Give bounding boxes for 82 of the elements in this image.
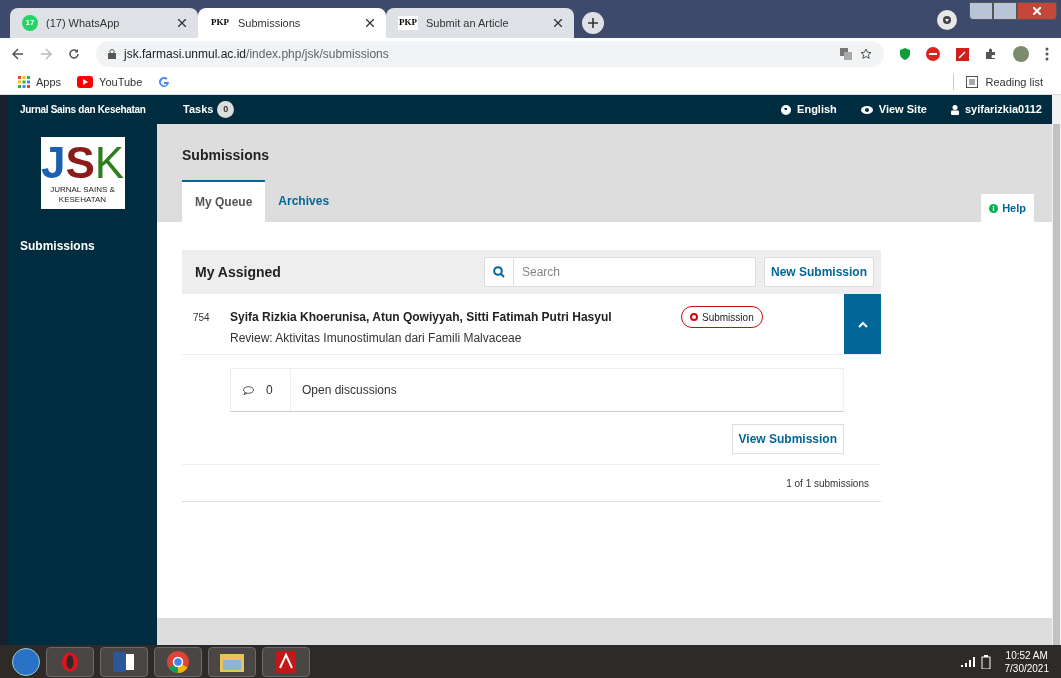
globe-icon	[781, 104, 792, 115]
submission-id: 754	[192, 311, 211, 325]
browser-tab[interactable]: PKP Submissions	[198, 8, 386, 38]
close-icon[interactable]	[366, 19, 374, 27]
extension-icon[interactable]	[926, 47, 940, 61]
shield-icon[interactable]	[900, 48, 910, 60]
submission-count: 1 of 1 submissions	[786, 476, 869, 491]
pkp-icon: PKP	[398, 16, 418, 30]
submission-authors: Syifa Rizkia Khoerunisa, Atun Qowiyyah, Sitti Fatimah Putri Hasyul	[230, 309, 613, 326]
journal-logo: JSK JURNAL SAINS & KESEHATAN	[40, 137, 125, 209]
back-arrow-icon[interactable]	[12, 48, 24, 60]
page-title: Submissions	[182, 146, 271, 165]
eye-icon	[860, 105, 873, 114]
g-logo-icon	[158, 76, 171, 88]
tasks-count-badge: 0	[217, 101, 235, 118]
star-icon[interactable]	[860, 48, 872, 60]
help-button[interactable]: Help	[981, 194, 1034, 222]
pdf-icon[interactable]	[262, 646, 310, 677]
word-icon[interactable]	[100, 646, 148, 677]
info-icon	[989, 203, 999, 213]
folder-icon[interactable]	[208, 646, 256, 677]
battery-icon[interactable]	[980, 654, 991, 669]
discussion-count: 0	[266, 382, 273, 399]
restore-button[interactable]	[993, 2, 1017, 20]
speech-bubble-icon	[243, 385, 254, 395]
play-icon	[77, 76, 94, 88]
caret-icon	[943, 16, 951, 24]
header-link[interactable]: View Site	[860, 101, 927, 118]
user-icon	[950, 104, 959, 115]
close-window-button[interactable]	[1017, 2, 1057, 20]
more-icon[interactable]	[1045, 47, 1049, 61]
tab-title: Submissions	[238, 15, 302, 31]
list-icon	[965, 76, 978, 88]
ring-icon	[690, 313, 698, 321]
discussions-label: Open discussions	[301, 382, 397, 399]
search-field[interactable]: Search	[513, 257, 756, 287]
close-icon	[1033, 7, 1041, 15]
tab-title: (17) WhatsApp	[46, 15, 121, 31]
puzzle-icon[interactable]	[985, 48, 997, 60]
minimize-button[interactable]	[969, 2, 993, 20]
tab-title: Submit an Article	[426, 15, 510, 31]
clock[interactable]: 10:52 AM 7/30/2021	[1004, 648, 1049, 675]
site-name-link[interactable]: Jurnal Sains dan Kesehatan	[20, 104, 146, 116]
browser-tab[interactable]: PKP Submit an Article	[386, 8, 574, 38]
signal-icon[interactable]	[960, 656, 975, 667]
address-bar[interactable]: jsk.farmasi.unmul.ac.id/index.php/jsk/submissions	[96, 41, 884, 67]
new-submission-button[interactable]: New Submission	[763, 257, 874, 287]
bookmark[interactable]: YouTube	[77, 73, 143, 91]
bookmark[interactable]	[158, 76, 171, 88]
browser-tab[interactable]: 17 (17) WhatsApp	[10, 8, 198, 38]
expand-toggle[interactable]	[844, 294, 881, 354]
close-icon[interactable]	[178, 19, 186, 27]
plus-icon	[588, 18, 598, 28]
reading-list-button[interactable]: Reading list	[952, 73, 1043, 91]
translate-icon[interactable]	[840, 48, 852, 60]
submission-title: Review: Aktivitas Imunostimulan dari Famili Malvaceae	[230, 330, 523, 347]
bookmark[interactable]: Apps	[18, 73, 62, 91]
search-icon	[492, 266, 505, 278]
avatar[interactable]	[1013, 46, 1029, 62]
header-link[interactable]: syifarizkia0112	[950, 101, 1042, 118]
chrome-icon[interactable]	[154, 646, 202, 677]
whatsapp-icon: 17	[22, 15, 38, 31]
url-text: jsk.farmasi.unmul.ac.id/index.php/jsk/submissions	[124, 46, 389, 63]
submission-row[interactable]: 754 Syifa Rizkia Khoerunisa, Atun Qowiyyah, Sitti Fatimah Putri Hasyul Review: Aktivitas Imunostimulan dari Famili Malvaceae Submission	[182, 294, 881, 355]
apps-grid-icon	[18, 76, 30, 88]
opera-icon[interactable]	[46, 646, 94, 677]
close-icon[interactable]	[554, 19, 562, 27]
page-tab[interactable]: My Queue	[182, 180, 266, 222]
chevron-icon	[857, 320, 868, 328]
start-button[interactable]	[12, 647, 40, 676]
reload-icon[interactable]	[68, 48, 80, 60]
header-link[interactable]: English	[781, 101, 837, 118]
lock-icon	[108, 49, 116, 59]
profile-menu-button[interactable]	[937, 10, 957, 30]
search-button[interactable]	[483, 257, 514, 287]
tasks-link[interactable]: Tasks	[183, 101, 214, 118]
view-submission-button[interactable]: View Submission	[731, 424, 844, 454]
page-tab[interactable]: Archives	[265, 180, 343, 222]
new-tab-button[interactable]	[582, 12, 604, 34]
sidebar-item[interactable]: Submissions	[8, 237, 157, 255]
list-title: My Assigned	[195, 262, 282, 282]
magic-wand-icon[interactable]	[956, 47, 969, 61]
